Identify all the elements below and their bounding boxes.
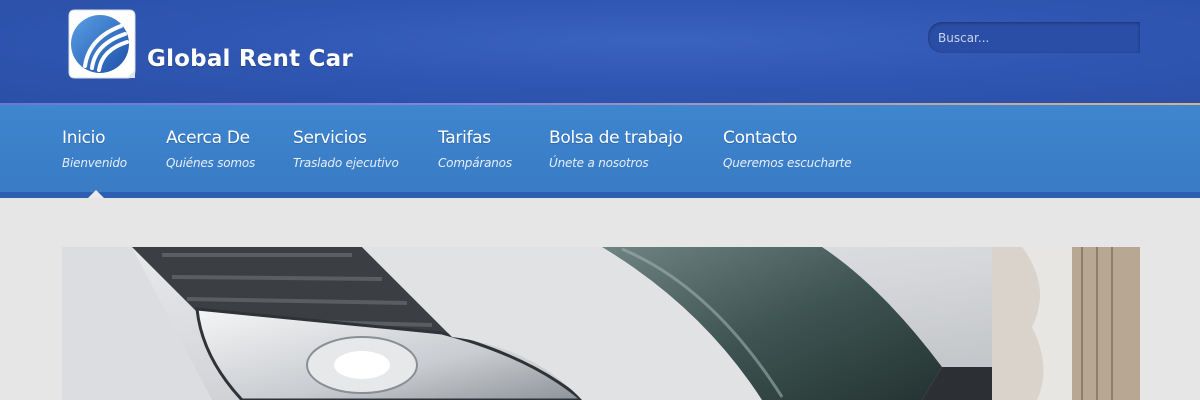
active-nav-pointer [88,190,104,198]
nav-item-subtitle: Compáranos [438,156,512,170]
nav-item-label: Bolsa de trabajo [549,128,683,148]
nav-item-label: Contacto [723,128,798,148]
search-input[interactable] [928,22,1140,53]
nav-item-label: Acerca De [166,128,250,148]
nav-item-subtitle: Traslado ejecutivo [293,156,399,170]
globe-swoosh-logo-icon[interactable] [63,8,139,84]
nav-item-label: Servicios [293,128,367,148]
nav-item-tarifas[interactable]: Tarifas Compáranos [438,128,512,170]
nav-item-label: Tarifas [438,128,491,148]
nav-item-contacto[interactable]: Contacto Queremos escucharte [723,128,852,170]
nav-item-acerca-de[interactable]: Acerca De Quiénes somos [166,128,255,170]
nav-item-label: Inicio [62,128,106,148]
hero-slider-image[interactable] [62,247,1140,400]
nav-item-subtitle: Queremos escucharte [723,156,852,170]
nav-item-subtitle: Quiénes somos [166,156,256,170]
nav-item-bolsa-de-trabajo[interactable]: Bolsa de trabajo Únete a nosotros [549,128,683,170]
brand-name[interactable]: Global Rent Car [147,46,353,72]
nav-item-subtitle: Bienvenido [62,156,127,170]
nav-item-subtitle: Únete a nosotros [549,156,649,170]
nav-item-servicios[interactable]: Servicios Traslado ejecutivo [293,128,399,170]
page: Global Rent Car Inicio Bienvenido Acerca… [0,0,1200,400]
nav-item-inicio[interactable]: Inicio Bienvenido [62,128,127,170]
